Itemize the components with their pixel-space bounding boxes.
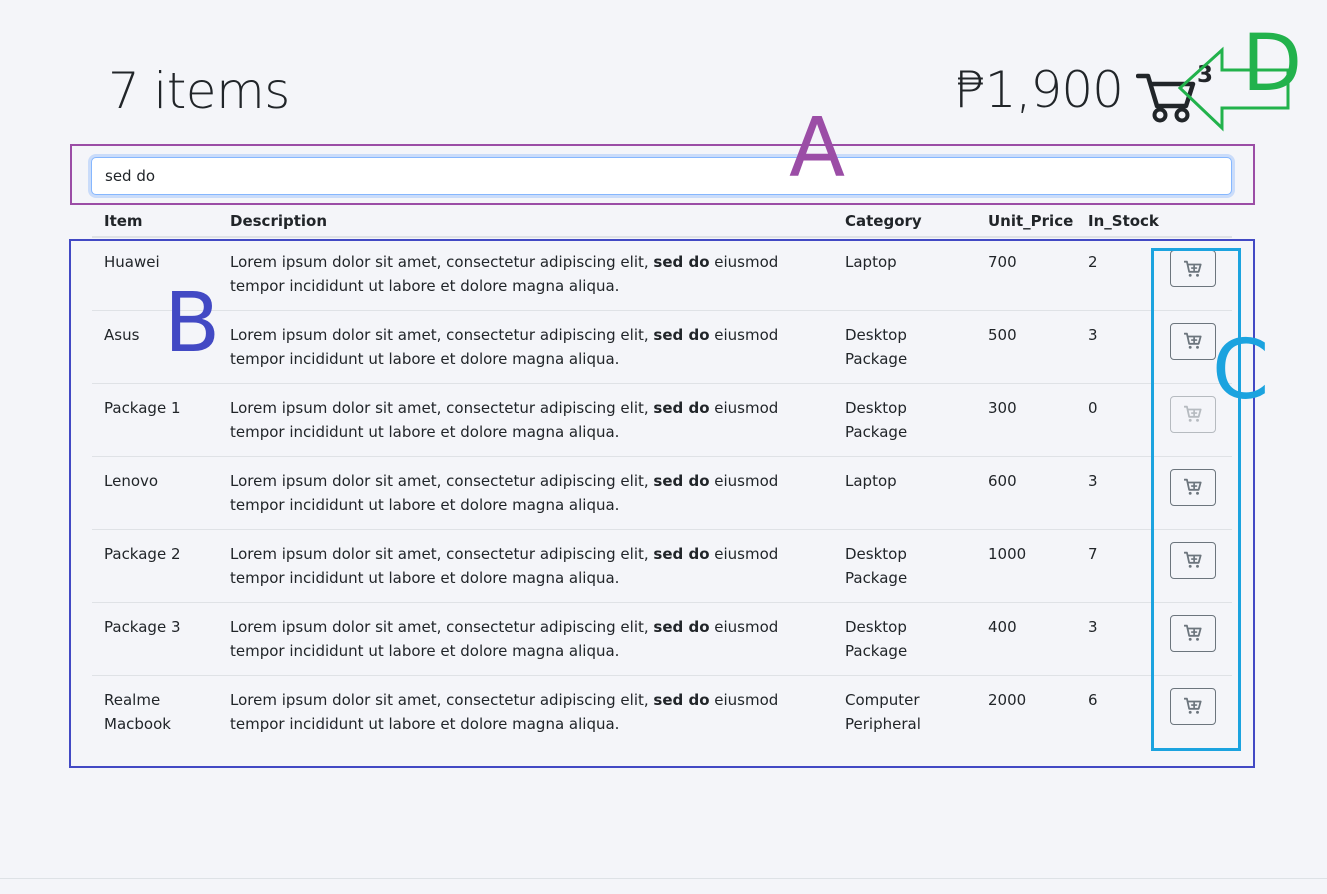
column-header-action xyxy=(1158,206,1232,238)
annotation-box-b xyxy=(69,239,1255,768)
column-header-in-stock: In_Stock xyxy=(1076,206,1159,238)
annotation-label-c: C xyxy=(1212,323,1270,418)
annotation-label-b: B xyxy=(164,276,221,371)
column-header-unit-price: Unit_Price xyxy=(976,206,1076,238)
column-header-description: Description xyxy=(218,206,833,238)
annotation-box-a xyxy=(70,144,1255,205)
page-divider xyxy=(0,878,1327,879)
arrow-left-icon xyxy=(1177,46,1290,132)
item-count-number: 7 xyxy=(108,62,140,120)
cart-total: ₱1,900 xyxy=(954,61,1124,119)
item-count-heading: 7 items xyxy=(108,56,290,126)
annotation-label-a: A xyxy=(789,101,846,196)
column-header-item: Item xyxy=(92,206,218,238)
item-count-label: items xyxy=(153,62,290,120)
table-header-row: Item Description Category Unit_Price In_… xyxy=(92,206,1232,238)
column-header-category: Category xyxy=(833,206,976,238)
